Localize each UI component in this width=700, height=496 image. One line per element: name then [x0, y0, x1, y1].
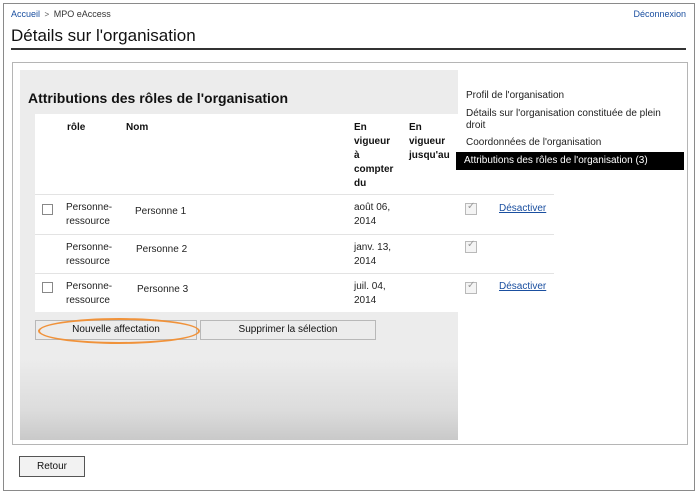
- row-role: Personne-ressource: [66, 242, 113, 267]
- breadcrumb-current: MPO eAccess: [53, 9, 111, 19]
- row-name: Personne 3: [137, 284, 189, 295]
- delete-selection-button[interactable]: Supprimer la sélection: [200, 320, 376, 340]
- page-title: Détails sur l'organisation: [11, 26, 196, 45]
- row-divider: [35, 194, 554, 195]
- row-role: Personne-ressource: [66, 281, 113, 306]
- breadcrumb: Accueil > MPO eAccess: [11, 9, 111, 19]
- header-end-date: En vigueur jusqu'au: [409, 122, 450, 161]
- nav-item-incorporated-details[interactable]: Détails sur l'organisation constituée de…: [466, 108, 666, 132]
- breadcrumb-home-link[interactable]: Accueil: [11, 9, 40, 19]
- breadcrumb-separator: >: [44, 10, 50, 19]
- row-divider: [35, 234, 554, 235]
- row-role: Personne-ressource: [66, 202, 113, 227]
- row-select-checkbox[interactable]: [42, 282, 53, 293]
- active-check-icon: [465, 201, 477, 215]
- title-divider: [11, 48, 686, 50]
- row-name: Personne 1: [135, 206, 187, 217]
- row-divider: [35, 273, 554, 274]
- header-name: Nom: [126, 122, 149, 133]
- header-role: rôle: [67, 122, 86, 133]
- active-check-icon: [465, 280, 477, 294]
- row-start-date: août 06, 2014: [354, 202, 391, 227]
- header-start-date: En vigueur à compter du: [354, 122, 394, 189]
- active-check-icon: [465, 239, 477, 253]
- deactivate-link[interactable]: Désactiver: [499, 281, 546, 292]
- row-start-date: juil. 04, 2014: [354, 281, 386, 306]
- row-select-checkbox[interactable]: [42, 204, 53, 215]
- back-button[interactable]: Retour: [19, 456, 85, 477]
- logout-link[interactable]: Déconnexion: [633, 9, 686, 19]
- row-start-date: janv. 13, 2014: [354, 242, 392, 267]
- row-name: Personne 2: [136, 244, 188, 255]
- nav-item-profile[interactable]: Profil de l'organisation: [466, 90, 564, 102]
- section-title: Attributions des rôles de l'organisation: [28, 90, 289, 106]
- deactivate-link[interactable]: Désactiver: [499, 203, 546, 214]
- highlight-annotation: [38, 318, 200, 344]
- nav-item-role-assignments[interactable]: Attributions des rôles de l'organisation…: [456, 152, 684, 170]
- nav-item-contact-info[interactable]: Coordonnées de l'organisation: [466, 137, 601, 149]
